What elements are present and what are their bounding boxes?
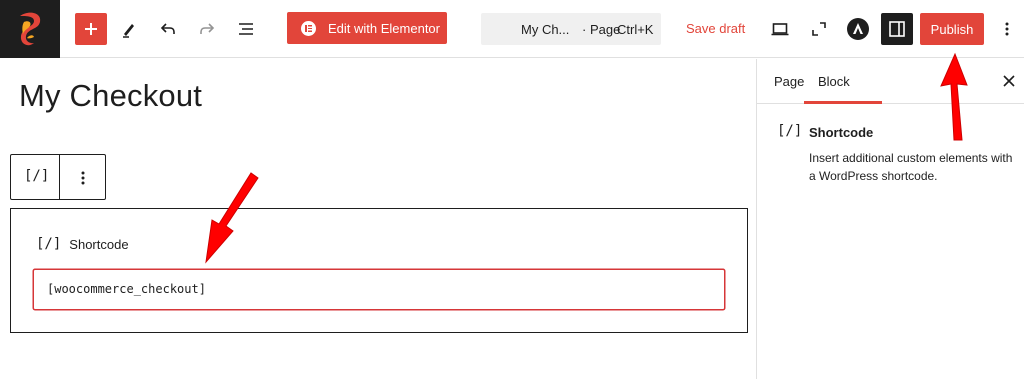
list-view-icon [239, 23, 253, 35]
tools-button[interactable] [113, 13, 145, 45]
close-icon[interactable] [1001, 73, 1017, 89]
block-options-icon[interactable] [71, 166, 95, 190]
more-vertical-icon [1005, 22, 1009, 36]
block-card-description: Insert additional custom elements with a… [809, 151, 1013, 183]
active-tab-indicator [804, 101, 882, 104]
command-palette-bar[interactable]: My Ch... · Page Ctrl+K [481, 13, 661, 45]
settings-sidebar: Page Block [/] Shortcode Insert addition… [756, 59, 1024, 379]
pencil-icon [123, 24, 134, 38]
tab-block[interactable]: Block [818, 74, 850, 89]
publish-button[interactable]: Publish [920, 13, 984, 45]
plus-icon [85, 23, 97, 35]
shortcode-icon[interactable]: [/] [24, 168, 49, 184]
document-title: My Ch... [521, 22, 570, 37]
astra-settings-button[interactable] [842, 13, 874, 45]
shortcode-input[interactable]: [woocommerce_checkout] [33, 269, 725, 310]
toolbar-divider [59, 155, 60, 199]
sidebar-icon [889, 21, 905, 37]
desktop-icon [771, 23, 789, 36]
elementor-icon [301, 20, 316, 36]
preview-button[interactable] [764, 13, 796, 45]
tab-page[interactable]: Page [774, 74, 804, 89]
redo-button[interactable] [191, 13, 223, 45]
shortcode-icon: [/] [777, 123, 803, 139]
shortcode-block[interactable]: [/] Shortcode [woocommerce_checkout] [10, 208, 748, 333]
shortcode-icon: [/] [36, 236, 62, 252]
shortcode-block-header: [/] Shortcode [36, 236, 129, 252]
block-card-title: Shortcode [809, 125, 874, 140]
site-logo-button[interactable] [0, 0, 60, 58]
block-toolbar: [/] [10, 154, 106, 200]
undo-icon [160, 23, 175, 34]
redo-icon [200, 23, 215, 34]
settings-sidebar-toggle[interactable] [881, 13, 913, 45]
save-draft-button[interactable]: Save draft [686, 21, 745, 36]
edit-with-elementor-button[interactable]: Edit with Elementor [287, 12, 447, 44]
options-menu-button[interactable] [991, 13, 1023, 45]
document-overview-button[interactable] [230, 13, 262, 45]
keyboard-shortcut: Ctrl+K [617, 22, 654, 37]
fullscreen-button[interactable] [803, 13, 835, 45]
edit-with-elementor-label: Edit with Elementor [328, 20, 440, 36]
phoenix-logo-icon [20, 12, 41, 46]
sidebar-tabs: Page Block [757, 59, 1024, 104]
undo-button[interactable] [152, 13, 184, 45]
astra-logo-icon [847, 18, 869, 40]
shortcode-block-label: Shortcode [69, 236, 129, 252]
page-title[interactable]: My Checkout [19, 78, 202, 114]
editor-header: Edit with Elementor My Ch... · Page Ctrl… [0, 0, 1024, 58]
add-block-button[interactable] [75, 13, 107, 45]
document-type: · Page [582, 22, 621, 37]
expand-icon [812, 22, 826, 36]
